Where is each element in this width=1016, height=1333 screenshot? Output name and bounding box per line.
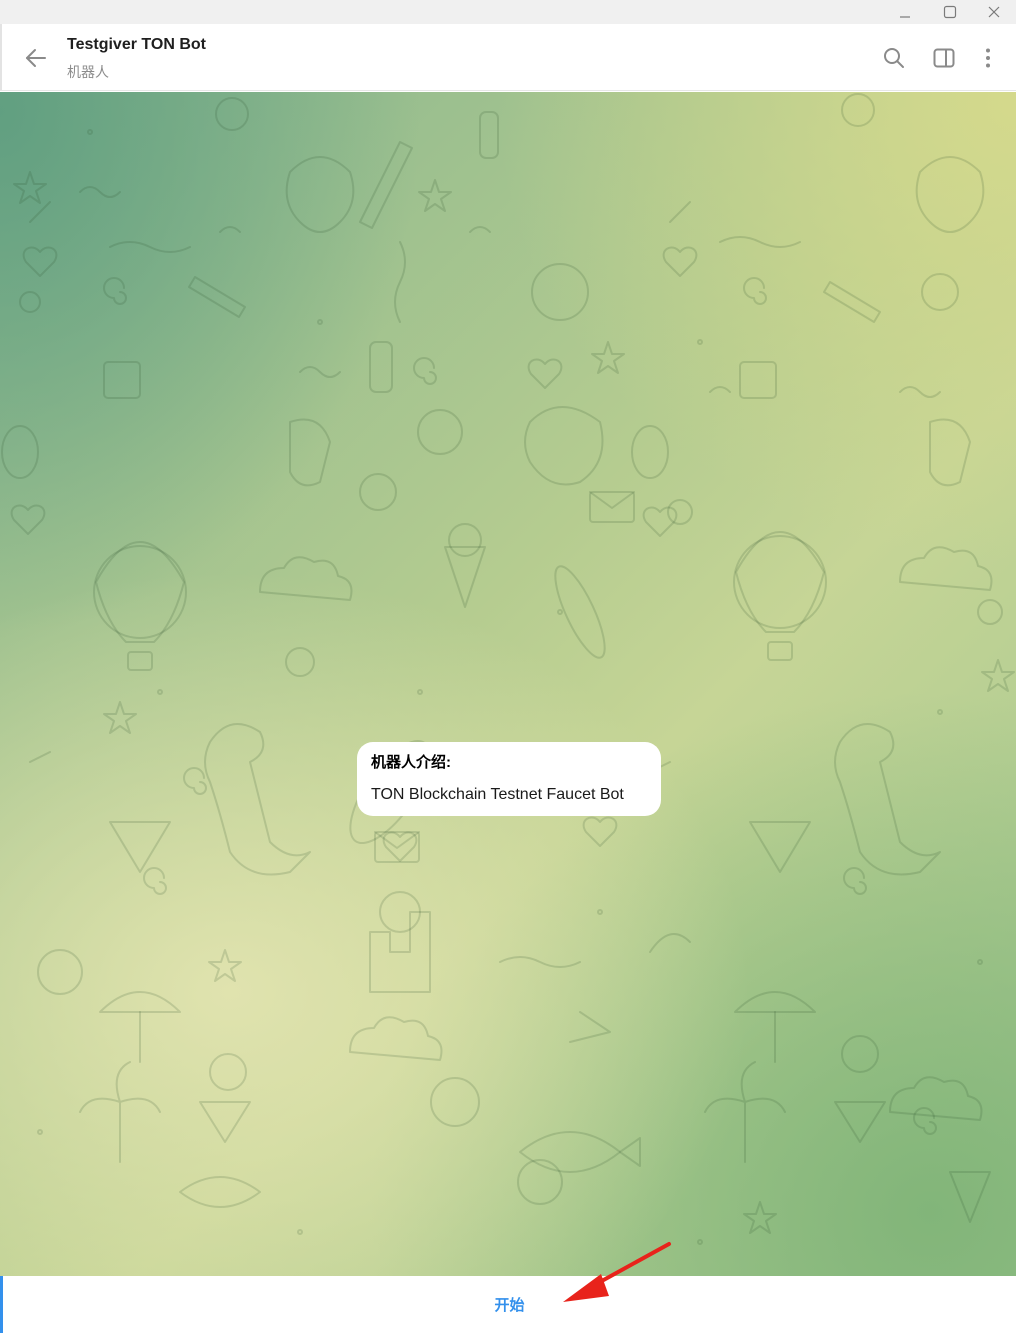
search-button[interactable] bbox=[878, 42, 910, 74]
chat-header: Testgiver TON Bot 机器人 bbox=[0, 24, 1016, 91]
doodle-pattern-icon bbox=[1, 93, 1015, 1245]
chat-background: 机器人介绍: TON Blockchain Testnet Faucet Bot bbox=[0, 92, 1016, 1276]
bot-intro-text: TON Blockchain Testnet Faucet Bot bbox=[371, 786, 624, 803]
more-menu-button[interactable] bbox=[972, 42, 1004, 74]
chat-subtitle: 机器人 bbox=[67, 64, 109, 80]
arrow-left-icon bbox=[26, 49, 46, 67]
bot-intro-bubble: 机器人介绍: TON Blockchain Testnet Faucet Bot bbox=[357, 742, 661, 816]
telegram-window: Testgiver TON Bot 机器人 机器人介绍: TON Blockch… bbox=[0, 0, 1016, 1333]
back-button[interactable] bbox=[16, 40, 56, 76]
close-button[interactable] bbox=[972, 0, 1016, 24]
minimize-button[interactable] bbox=[883, 0, 927, 24]
side-panel-icon bbox=[933, 48, 955, 68]
chat-title[interactable]: Testgiver TON Bot bbox=[67, 36, 206, 54]
minimize-icon bbox=[900, 16, 910, 18]
maximize-icon bbox=[943, 5, 957, 19]
bot-intro-title: 机器人介绍: bbox=[371, 754, 451, 771]
side-panel-button[interactable] bbox=[928, 42, 960, 74]
start-button[interactable]: 开始 bbox=[476, 1288, 542, 1321]
close-icon bbox=[988, 6, 1000, 18]
search-icon bbox=[884, 48, 904, 68]
window-titlebar bbox=[0, 0, 1016, 24]
maximize-button[interactable] bbox=[928, 0, 972, 24]
more-vertical-icon bbox=[986, 48, 990, 68]
start-bar[interactable]: 开始 bbox=[0, 1276, 1016, 1333]
